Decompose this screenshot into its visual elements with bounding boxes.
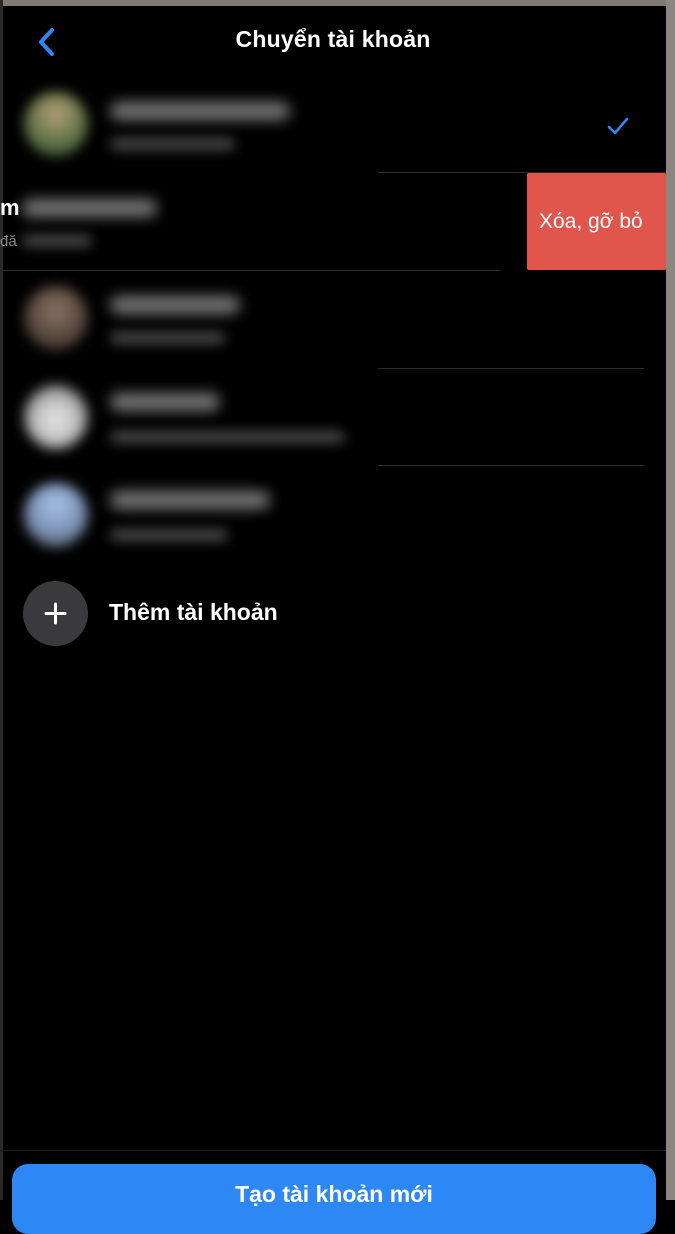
account-subtitle-blurred: [110, 529, 228, 541]
account-subtitle-blurred: [110, 138, 235, 150]
device-frame-top: [0, 0, 675, 6]
avatar: [24, 483, 88, 547]
divider: [378, 465, 644, 466]
device-frame-right: [666, 0, 675, 1200]
account-row[interactable]: [0, 76, 666, 173]
account-row[interactable]: [0, 369, 666, 466]
add-account-label: Thêm tài khoản: [109, 599, 278, 625]
account-row[interactable]: [0, 272, 666, 369]
create-account-label: Tạo tài khoản mới: [235, 1181, 433, 1207]
plus-icon: [44, 602, 67, 625]
checkmark-icon: [607, 117, 629, 135]
divider: [0, 270, 500, 271]
account-name-blurred: [110, 296, 240, 314]
remove-account-label: Xóa, gỡ bỏ: [539, 210, 643, 233]
account-name-blurred: [110, 393, 220, 411]
account-subtitle-blurred: [22, 235, 92, 247]
account-name-blurred: [22, 199, 157, 217]
partial-subtitle-text: đă: [0, 233, 17, 250]
avatar: [24, 92, 88, 156]
account-name-blurred: [110, 491, 270, 509]
avatar: [24, 385, 88, 449]
selected-check: [603, 111, 633, 141]
remove-account-button[interactable]: Xóa, gỡ bỏ: [527, 173, 666, 270]
create-account-button[interactable]: Tạo tài khoản mới: [12, 1164, 656, 1234]
add-account-circle: [23, 581, 88, 646]
add-account-button[interactable]: Thêm tài khoản: [0, 577, 666, 647]
account-subtitle-blurred: [110, 332, 225, 344]
avatar: [24, 286, 88, 350]
partial-name-text: m: [0, 195, 20, 220]
footer-divider: [0, 1150, 666, 1151]
account-name-blurred: [110, 102, 290, 120]
account-subtitle-blurred: [110, 431, 345, 443]
page-title: Chuyển tài khoản: [235, 26, 431, 52]
account-row[interactable]: [0, 467, 666, 564]
